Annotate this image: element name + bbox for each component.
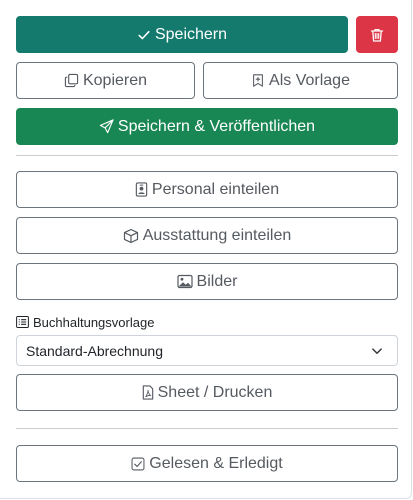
action-panel: Speichern Kopieren Als Vorlage Speichern… (0, 0, 412, 499)
person-badge-icon (135, 182, 148, 197)
accounting-template-label: Buchhaltungsvorlage (16, 313, 154, 331)
images-label: Bilder (196, 272, 238, 290)
box-icon (123, 228, 138, 243)
assign-staff-button[interactable]: Personal einteilen (16, 171, 398, 208)
divider (16, 428, 398, 429)
divider (16, 155, 398, 156)
trash-icon (370, 28, 384, 42)
assign-equipment-label: Ausstattung einteilen (142, 226, 292, 244)
list-icon (16, 316, 29, 328)
copy-button-label: Kopieren (82, 71, 148, 89)
check-square-icon (131, 457, 145, 470)
assign-equipment-button[interactable]: Ausstattung einteilen (16, 217, 398, 254)
delete-button[interactable] (356, 16, 398, 53)
save-and-publish-button[interactable]: Speichern & Veröffentlichen (16, 108, 398, 145)
save-as-template-button[interactable]: Als Vorlage (203, 62, 398, 99)
save-button[interactable]: Speichern (16, 16, 348, 53)
chevron-down-icon (372, 348, 382, 354)
copy-icon (64, 73, 79, 88)
send-icon (99, 119, 114, 134)
check-icon (138, 30, 150, 39)
images-button[interactable]: Bilder (16, 263, 398, 300)
bookmark-plus-icon (253, 74, 263, 87)
mark-read-done-button[interactable]: Gelesen & Erledigt (16, 445, 398, 482)
accounting-template-text: Buchhaltungsvorlage (33, 314, 155, 330)
save-as-template-label: Als Vorlage (269, 71, 350, 89)
copy-button[interactable]: Kopieren (16, 62, 195, 99)
save-button-label: Speichern (154, 25, 228, 43)
images-icon (176, 274, 193, 289)
sheet-print-button[interactable]: Sheet / Drucken (16, 374, 398, 411)
sheet-print-label: Sheet / Drucken (157, 383, 273, 401)
accounting-template-value: Standard-Abrechnung (26, 342, 163, 359)
save-and-publish-label: Speichern & Veröffentlichen (117, 117, 316, 135)
accounting-template-select[interactable]: Standard-Abrechnung (16, 335, 398, 366)
assign-staff-label: Personal einteilen (151, 180, 280, 198)
file-pdf-icon (142, 385, 153, 400)
mark-read-done-label: Gelesen & Erledigt (149, 454, 283, 472)
